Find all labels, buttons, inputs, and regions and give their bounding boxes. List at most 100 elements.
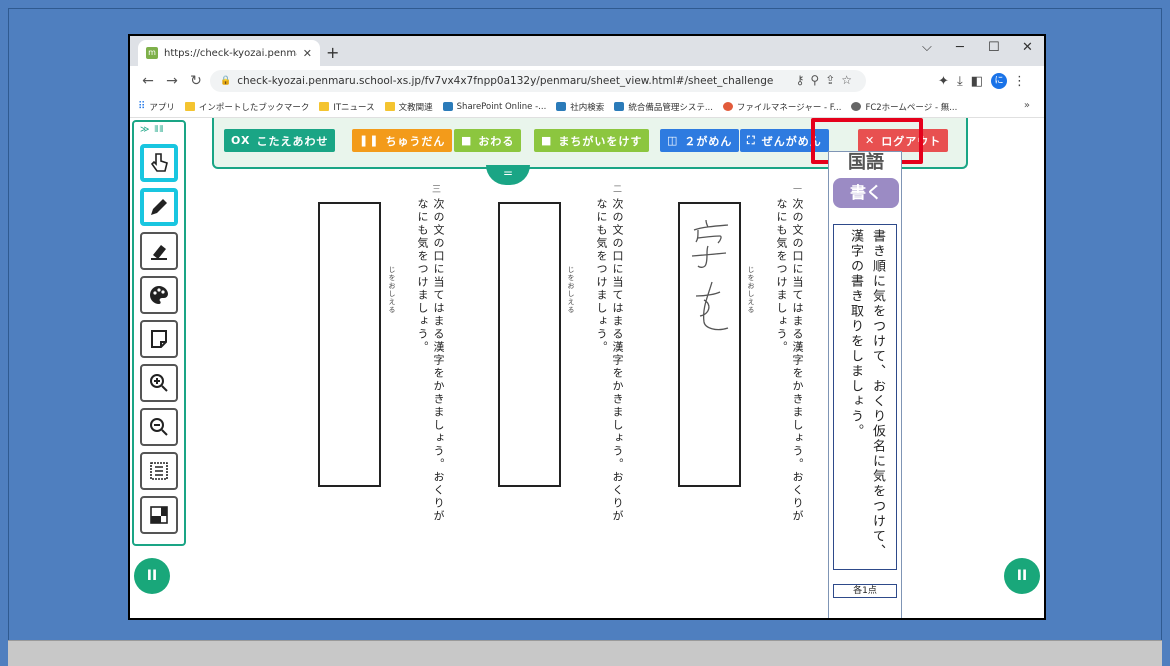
kotaeawase-button[interactable]: OX こたえあわせ [224, 129, 336, 152]
menu-kebab-icon[interactable]: ⋮ [1013, 74, 1034, 89]
nigamen-button[interactable]: ◫ ２がめん [660, 129, 740, 152]
page-list-tool[interactable] [140, 452, 178, 490]
owaru-button[interactable]: ■ おわる [454, 129, 522, 152]
minimize-button[interactable]: ─ [956, 40, 964, 55]
bookmark-internal-search[interactable]: 社内検索 [556, 101, 604, 113]
stop-icon: ■ [461, 134, 473, 147]
apps-grid-icon: ⠿ [138, 101, 146, 112]
question-number: 二 [611, 184, 621, 193]
browser-window: m https://check-kyozai.penmaru.sc ✕ + ⌵ … [128, 34, 1046, 620]
question-hint: じをおしえる [747, 266, 755, 314]
question-hint: じをおしえる [567, 266, 575, 314]
hand-pointer-tool[interactable] [140, 144, 178, 182]
chuudan-button[interactable]: ❚❚ ちゅうだん [352, 129, 453, 152]
handwriting-stroke [691, 219, 729, 331]
browser-toolbar: ← → ↻ 🔒 check-kyozai.penmaru.school-xs.j… [130, 66, 1044, 96]
zoom-in-tool[interactable] [140, 364, 178, 402]
bookmark-bunkyo[interactable]: 文教関連 [384, 101, 433, 113]
pause-icon: ❚❚ [359, 134, 380, 147]
question-text: 次の文の口に当てはまる漢字をかきましょう。おくりがなにも気をつけましょう。 [775, 198, 804, 523]
check-answer-icon: OX [231, 134, 251, 147]
bookmark-imported[interactable]: インポートしたブックマーク [184, 101, 309, 113]
bookmarks-more-icon[interactable]: » [1024, 100, 1030, 111]
zoom-out-tool[interactable] [140, 408, 178, 446]
folder-icon [319, 102, 330, 111]
folder-icon [184, 102, 195, 111]
answer-box[interactable] [498, 202, 561, 487]
penmaru-favicon-icon: m [146, 47, 158, 59]
new-tab-button[interactable]: + [326, 43, 339, 62]
palette-icon [149, 286, 168, 304]
question-number: 一 [791, 184, 801, 193]
pause-right-button[interactable]: II [1004, 558, 1040, 594]
toolbar-right: ✦ ⤓ ◧ に ⋮ [938, 73, 1034, 89]
instruction-text: 書き順に気をつけて、おくり仮名に気をつけて、漢字の書き取りをしましょう。 [848, 229, 885, 559]
sidepanel-icon[interactable]: ◧ [971, 74, 991, 89]
sharepoint-icon [556, 102, 567, 111]
tab-close-icon[interactable]: ✕ [303, 47, 312, 60]
hand-pointer-icon [150, 153, 168, 172]
globe-icon [851, 102, 862, 111]
sharepoint-icon [614, 102, 625, 111]
file-manager-icon [722, 102, 733, 111]
bottom-bar [8, 640, 1162, 666]
download-icon[interactable]: ⤓ [957, 74, 971, 89]
question-text: 次の文の口に当てはまる漢字をかきましょう。おくりがなにも気をつけましょう。 [416, 198, 445, 523]
forward-icon[interactable]: → [160, 73, 184, 89]
profile-avatar[interactable]: に [991, 73, 1007, 89]
bookmark-sharepoint[interactable]: SharePoint Online -... [442, 102, 546, 112]
pen-tool[interactable] [140, 188, 178, 226]
bookmark-apps[interactable]: ⠿ アプリ [138, 101, 175, 113]
tab-search-icon[interactable]: ⌵ [922, 40, 932, 55]
zoom-out-icon [150, 418, 168, 436]
question-text: 次の文の口に当てはまる漢字をかきましょう。おくりがなにも気をつけましょう。 [595, 198, 624, 523]
omnibox-action-icons[interactable]: ⚷⚲⇪☆ [796, 73, 858, 87]
stop-icon: ■ [541, 134, 553, 147]
url-text: check-kyozai.penmaru.school-xs.jp/fv7vx4… [237, 75, 774, 87]
address-bar[interactable]: 🔒 check-kyozai.penmaru.school-xs.jp/fv7v… [210, 70, 866, 92]
left-toolbar: ≫ ⦀⦀ [132, 120, 186, 546]
machigai-button[interactable]: ■ まちがいをけす [534, 129, 650, 152]
sticky-note-tool[interactable] [140, 320, 178, 358]
browser-tab[interactable]: m https://check-kyozai.penmaru.sc ✕ [138, 40, 320, 66]
bookmark-asset-system[interactable]: 統合備品管理システ... [614, 101, 713, 113]
bookmark-it-news[interactable]: ITニュース [319, 101, 375, 113]
instruction-box: 書き順に気をつけて、おくり仮名に気をつけて、漢字の書き取りをしましょう。 [833, 224, 897, 570]
subject-label: 国語 [848, 152, 884, 173]
reload-icon[interactable]: ↻ [184, 73, 208, 89]
close-window-button[interactable]: ✕ [1022, 40, 1033, 55]
bookmark-file-manager[interactable]: ファイルマネージャー - F... [722, 101, 841, 113]
palette-tool[interactable] [140, 276, 178, 314]
menu-toggle-button[interactable]: = [486, 165, 530, 185]
pause-left-button[interactable]: II [134, 558, 170, 594]
kaku-badge: 書く [833, 178, 899, 208]
answer-box[interactable] [678, 202, 741, 487]
sharepoint-icon [442, 102, 453, 111]
tab-title: https://check-kyozai.penmaru.sc [164, 47, 297, 59]
back-icon[interactable]: ← [136, 73, 160, 89]
sticky-note-icon [151, 330, 167, 348]
folder-icon [384, 102, 395, 111]
tab-strip: m https://check-kyozai.penmaru.sc ✕ + ⌵ … [130, 36, 1044, 66]
fullscreen-icon: ⛶ [747, 133, 756, 147]
question-hint: じをおしえる [388, 266, 396, 314]
layout-icon [150, 506, 168, 524]
eraser-tool[interactable] [140, 232, 178, 270]
bookmarks-bar: ⠿ アプリ インポートしたブックマーク ITニュース 文教関連 SharePoin… [130, 96, 1044, 118]
question-number: 三 [430, 184, 440, 193]
page-list-icon [150, 462, 168, 480]
worksheet-title-panel: 国語 書く 書き順に気をつけて、おくり仮名に気をつけて、漢字の書き取りをしましょ… [828, 151, 902, 618]
extensions-icon[interactable]: ✦ [938, 74, 957, 89]
answer-box[interactable] [318, 202, 381, 487]
points-label: 各1点 [833, 584, 897, 598]
eraser-icon [151, 245, 167, 260]
split-screen-icon: ◫ [667, 134, 679, 147]
bookmark-fc2[interactable]: FC2ホームページ - 無... [851, 101, 957, 113]
pen-icon [151, 199, 167, 215]
layout-tool[interactable] [140, 496, 178, 534]
toolbar-collapse-icon[interactable]: ≫ ⦀⦀ [140, 125, 164, 135]
zoom-in-icon [150, 374, 168, 392]
penmaru-app: ≫ ⦀⦀ II II OX こたえあわせ ❚❚ ちゅうだん ■ おわる ■ まち… [130, 118, 1044, 618]
maximize-button[interactable]: ☐ [988, 40, 1000, 55]
lock-icon: 🔒 [220, 76, 232, 86]
